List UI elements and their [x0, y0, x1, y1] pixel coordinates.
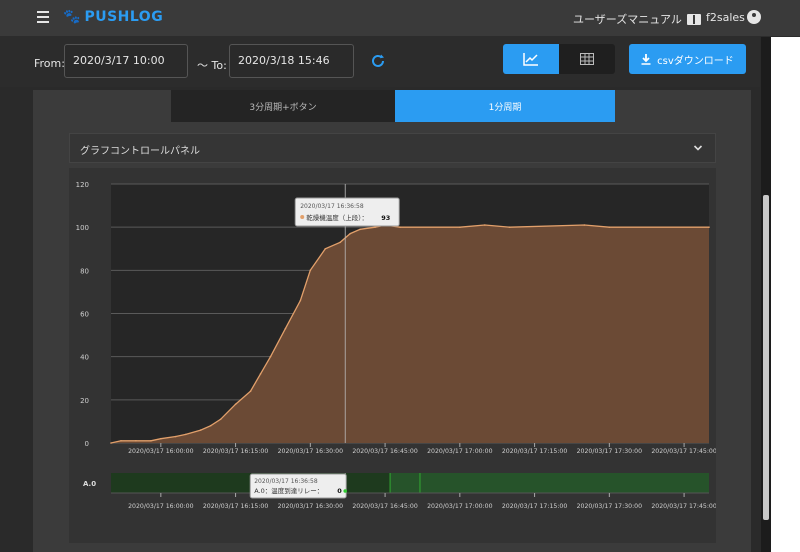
window-margin — [771, 37, 800, 552]
relay-x-tick-label: 2020/03/17 17:15:00 — [502, 503, 567, 510]
relay-tooltip-time: 2020/03/17 16:36:58 — [254, 478, 318, 485]
refresh-icon[interactable] — [370, 53, 386, 69]
data-point — [309, 269, 312, 272]
scrollbar-thumb[interactable] — [763, 195, 769, 520]
manual-label: ユーザーズマニュアル — [573, 13, 682, 26]
menu-icon[interactable] — [37, 11, 49, 23]
data-point — [184, 433, 187, 436]
line-chart-view-button[interactable] — [503, 44, 559, 74]
x-tick-label: 2020/03/17 17:45:00 — [651, 448, 716, 455]
line-chart-icon — [523, 53, 538, 66]
from-date-input[interactable]: 2020/3/17 10:00 — [64, 44, 188, 78]
relay-x-tick-label: 2020/03/17 16:00:00 — [128, 503, 193, 510]
csv-download-button[interactable]: csvダウンロード — [629, 44, 746, 74]
data-point — [110, 442, 112, 444]
data-point — [359, 228, 361, 231]
app-header: 🐾 PUSHLOG ユーザーズマニュアル f2sales — [0, 0, 800, 37]
tab-1min[interactable]: 1分周期 — [395, 90, 615, 122]
download-icon — [641, 53, 651, 65]
tooltip-series-marker — [300, 215, 305, 219]
tooltip-time: 2020/03/17 16:36:58 — [300, 203, 364, 210]
relay-x-tick-label: 2020/03/17 17:00:00 — [427, 503, 492, 510]
data-point — [299, 299, 302, 302]
table-view-button[interactable] — [559, 44, 615, 74]
data-point — [324, 247, 327, 250]
tooltip-value: 93 — [381, 214, 390, 222]
main-panel: 3分周期+ボタン 1分周期 グラフコントロールパネル 120 100 80 60 40 2… — [33, 90, 751, 552]
data-point — [174, 435, 177, 438]
relay-tooltip-value: 0 — [337, 487, 342, 495]
y-tick-label: 40 — [80, 354, 89, 362]
relay-x-tick-label: 2020/03/17 16:30:00 — [278, 503, 343, 510]
x-tick-label: 2020/03/17 16:15:00 — [203, 448, 268, 455]
x-tick-label: 2020/03/17 17:15:00 — [502, 448, 567, 455]
data-point — [234, 403, 237, 405]
data-point — [120, 440, 122, 442]
y-tick-label: 100 — [76, 224, 89, 232]
csv-download-label: csvダウンロード — [657, 55, 734, 67]
x-tick-label: 2020/03/17 16:30:00 — [278, 448, 343, 455]
relay-active-band — [390, 473, 709, 493]
data-point — [608, 226, 611, 228]
control-panel-title: グラフコントロールパネル — [80, 146, 200, 157]
data-point — [269, 355, 272, 358]
x-tick-label: 2020/03/17 16:45:00 — [352, 448, 417, 455]
data-point — [219, 418, 222, 421]
chevron-down-icon — [693, 145, 703, 151]
data-point — [399, 226, 401, 228]
to-label: ～ To: — [197, 59, 227, 72]
relay-x-tick-label: 2020/03/17 17:30:00 — [577, 503, 642, 510]
data-point — [259, 373, 262, 375]
data-point — [459, 226, 461, 228]
table-icon — [580, 53, 594, 65]
relay-x-tick-label: 2020/03/17 16:15:00 — [203, 503, 268, 510]
data-point — [708, 226, 710, 228]
x-tick-label: 2020/03/17 16:00:00 — [128, 448, 193, 455]
relay-x-tick-label: 2020/03/17 16:45:00 — [352, 503, 417, 510]
chart-container: 120 100 80 60 40 20 0 2020/03/17 16:00:00 2020/0… — [69, 168, 717, 543]
manual-link[interactable]: ユーザーズマニュアル — [573, 11, 701, 27]
data-point — [160, 437, 162, 440]
data-point — [508, 226, 511, 228]
tab-3min-button[interactable]: 3分周期+ボタン — [171, 90, 395, 122]
book-icon — [686, 13, 701, 25]
paw-icon: 🐾 — [63, 9, 81, 25]
data-point — [284, 327, 287, 330]
relay-tooltip-series: A.0：温度到達リレー： — [254, 486, 323, 495]
user-name: f2sales — [706, 11, 745, 24]
data-point — [583, 224, 586, 226]
brand-name: PUSHLOG — [84, 9, 164, 25]
data-point — [135, 440, 137, 442]
from-label: From: — [34, 57, 65, 70]
relay-x-tick-label: 2020/03/17 17:45:00 — [651, 503, 716, 510]
data-point — [209, 424, 212, 427]
data-point — [349, 232, 352, 235]
account-icon[interactable] — [747, 10, 761, 24]
relay-marker — [343, 489, 348, 493]
to-date-input[interactable]: 2020/3/18 15:46 — [229, 44, 354, 78]
data-point — [249, 390, 252, 392]
app-logo[interactable]: 🐾 PUSHLOG — [63, 9, 163, 25]
chart-svg: 120 100 80 60 40 20 0 2020/03/17 16:00:00 2020/0… — [76, 181, 717, 510]
data-point — [199, 429, 202, 431]
x-tick-label: 2020/03/17 17:30:00 — [577, 448, 642, 455]
y-tick-label: 80 — [80, 267, 89, 275]
data-point — [150, 440, 152, 442]
x-tick-label: 2020/03/17 17:00:00 — [427, 448, 492, 455]
data-point — [483, 224, 486, 226]
relay-row-label: A.0 — [83, 480, 96, 488]
y-tick-label: 20 — [80, 397, 89, 405]
data-point — [339, 241, 342, 244]
y-tick-label: 60 — [80, 311, 89, 319]
data-point — [374, 226, 376, 228]
y-tick-label: 120 — [76, 181, 89, 189]
y-tick-label: 0 — [85, 440, 89, 448]
tooltip-series: 乾燥機温度（上段）： — [306, 213, 368, 222]
graph-control-panel-toggle[interactable]: グラフコントロールパネル — [69, 133, 716, 163]
